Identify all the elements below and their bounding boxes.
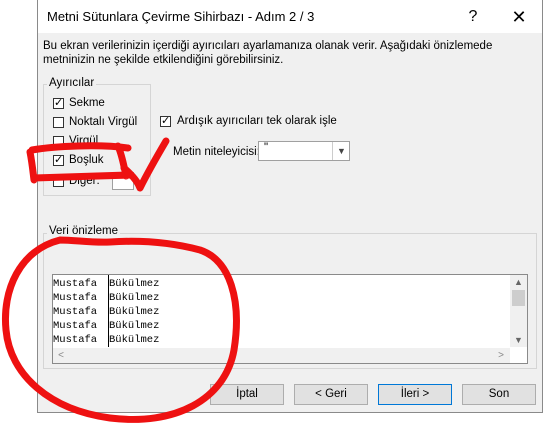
red-annotation-overlay	[1, 137, 240, 423]
annotation-circle	[1, 236, 240, 423]
annotation-rectangle	[26, 142, 134, 184]
